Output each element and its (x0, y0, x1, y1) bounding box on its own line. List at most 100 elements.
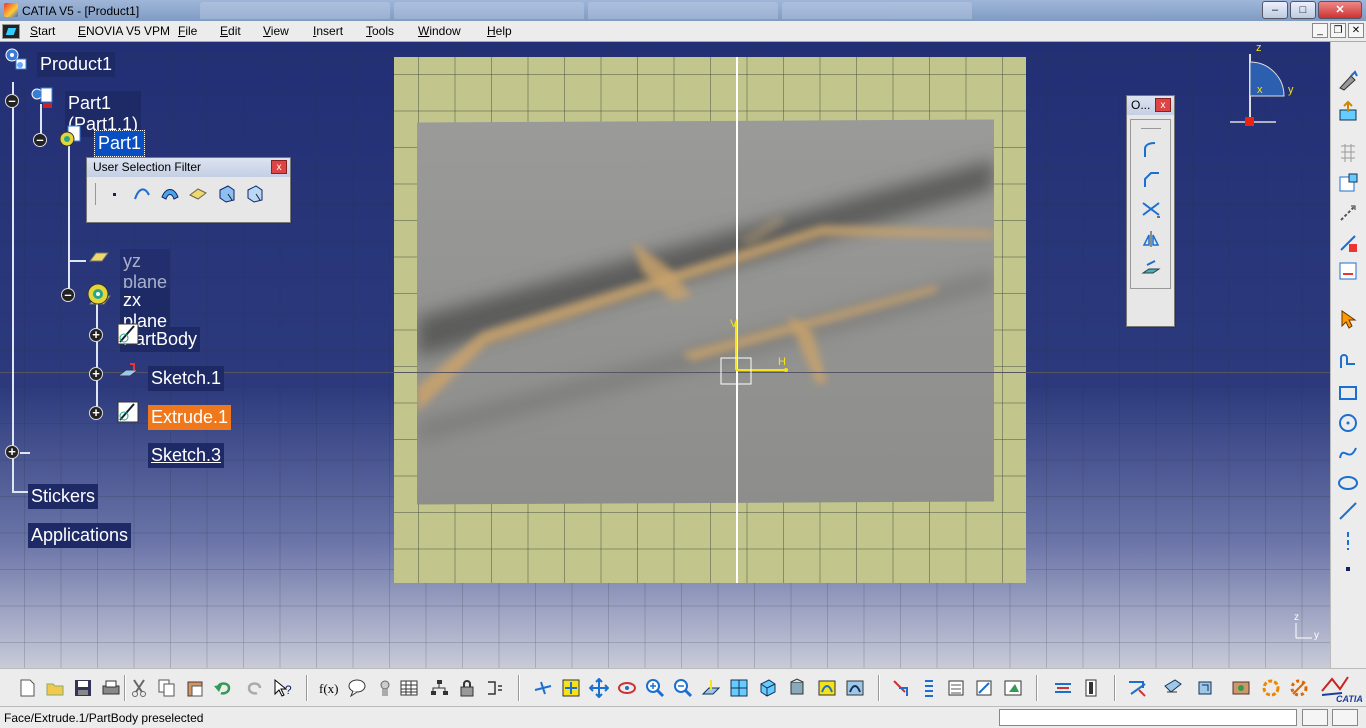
grid-icon[interactable] (1337, 142, 1359, 164)
corner-icon[interactable] (1140, 138, 1162, 160)
open-icon[interactable] (44, 677, 66, 699)
tools-palette-icon[interactable] (1288, 677, 1310, 699)
doc-minimize-button[interactable]: _ (1312, 23, 1328, 38)
iso-view-icon[interactable] (756, 677, 778, 699)
selection-filter-close-icon[interactable]: x (271, 160, 287, 174)
formula-icon[interactable]: f(x) (318, 677, 340, 699)
new-icon[interactable] (16, 677, 38, 699)
comment-icon[interactable] (346, 677, 368, 699)
collapse-partbody-icon[interactable]: – (61, 288, 75, 302)
curve-filter-icon[interactable] (131, 183, 153, 205)
expand-extrude1-icon[interactable]: + (89, 367, 103, 381)
profile-icon[interactable] (1337, 350, 1359, 372)
selection-filter-titlebar[interactable]: User Selection Filter x (87, 158, 290, 177)
print-icon[interactable] (100, 677, 122, 699)
geometry-viewport[interactable]: V H z x y z y Product1 – Part1 (Part1.1)… (0, 42, 1330, 668)
redo-icon[interactable] (244, 677, 266, 699)
tree-sketch1[interactable]: Sketch.1 (148, 366, 225, 391)
power-input-button-1[interactable] (1302, 709, 1328, 726)
menu-enovia[interactable]: ENOVIA V5 VPM (78, 24, 170, 38)
inertia-icon[interactable] (1194, 677, 1216, 699)
sketcher-icon[interactable] (1337, 70, 1359, 92)
maximize-button[interactable]: □ (1290, 1, 1316, 19)
material-icon[interactable] (1230, 677, 1252, 699)
menu-view[interactable]: View (263, 24, 289, 38)
menu-help[interactable]: Help (487, 24, 512, 38)
tree-extrude1[interactable]: Extrude.1 (148, 405, 232, 430)
doc-close-button[interactable]: ✕ (1348, 23, 1364, 38)
close-button[interactable]: ✕ (1318, 1, 1362, 19)
axis-icon[interactable] (1337, 530, 1359, 552)
start-menu-icon[interactable] (2, 24, 20, 39)
trim-icon[interactable] (1140, 198, 1162, 220)
construction-element-icon[interactable] (1337, 202, 1359, 224)
sketch-display-icon[interactable] (1002, 677, 1024, 699)
constraint-icon[interactable] (1080, 677, 1102, 699)
spline-icon[interactable] (1337, 442, 1359, 464)
shading-icon[interactable] (786, 677, 808, 699)
point-filter-icon[interactable] (103, 183, 125, 205)
multi-view-icon[interactable] (728, 677, 750, 699)
hierarchy-icon[interactable] (428, 677, 450, 699)
tree-sketch3[interactable]: Sketch.3 (148, 443, 225, 468)
menu-edit[interactable]: Edit (220, 24, 241, 38)
line-icon[interactable] (1337, 500, 1359, 522)
apply-material-icon[interactable] (1260, 677, 1282, 699)
geometry-filter-icon[interactable] (243, 183, 265, 205)
circle-icon[interactable] (1337, 412, 1359, 434)
expand-sketch3-icon[interactable]: + (89, 406, 103, 420)
normal-view-icon[interactable] (700, 677, 722, 699)
operation-toolbar-titlebar[interactable]: O... x (1127, 96, 1174, 115)
geometric-constraints-icon[interactable] (1337, 232, 1359, 254)
sketch-constraints-icon[interactable] (974, 677, 996, 699)
menu-start[interactable]: Start (30, 24, 55, 38)
power-input-button-2[interactable] (1332, 709, 1358, 726)
expand-sketch1-icon[interactable]: + (89, 328, 103, 342)
menu-insert[interactable]: Insert (313, 24, 343, 38)
table-icon[interactable] (398, 677, 420, 699)
rotate-icon[interactable] (616, 677, 638, 699)
undo-icon[interactable] (212, 677, 234, 699)
zoom-in-icon[interactable] (644, 677, 666, 699)
equal-distance-icon[interactable] (1052, 677, 1074, 699)
ellipse-icon[interactable] (1337, 472, 1359, 494)
project-3d-elements-icon[interactable] (1140, 258, 1162, 280)
expand-stickers-icon[interactable]: + (5, 445, 19, 459)
whats-this-icon[interactable]: ? (272, 677, 294, 699)
power-input-field[interactable] (999, 709, 1297, 726)
chamfer-icon[interactable] (1140, 168, 1162, 190)
volume-filter-icon[interactable] (187, 183, 209, 205)
compass[interactable] (1228, 44, 1308, 130)
lock-icon[interactable] (456, 677, 478, 699)
operation-toolbar[interactable]: O... x (1126, 95, 1175, 327)
snap-to-point-icon[interactable] (1337, 172, 1359, 194)
collapse-part-instance-icon[interactable]: – (5, 94, 19, 108)
knowledge-icon[interactable] (374, 677, 396, 699)
exit-workbench-icon[interactable] (1337, 100, 1359, 122)
menu-window[interactable]: Window (418, 24, 461, 38)
menu-tools[interactable]: Tools (366, 24, 394, 38)
tree-product1[interactable]: Product1 (37, 52, 116, 77)
doc-restore-button[interactable]: ❐ (1330, 23, 1346, 38)
reference-icon[interactable] (1126, 677, 1148, 699)
tree-stickers[interactable]: Stickers (28, 484, 99, 509)
tree-applications[interactable]: Applications (28, 523, 132, 548)
sketch-analysis-icon[interactable] (946, 677, 968, 699)
mirror-icon[interactable] (1140, 228, 1162, 250)
rectangle-icon[interactable] (1337, 382, 1359, 404)
operation-toolbar-close-icon[interactable]: x (1155, 98, 1171, 112)
fly-mode-icon[interactable] (532, 677, 554, 699)
collapse-part-icon[interactable]: – (33, 133, 47, 147)
zoom-out-icon[interactable] (672, 677, 694, 699)
cut-part-by-sketch-plane-icon[interactable] (890, 677, 912, 699)
hide-show-icon[interactable] (816, 677, 838, 699)
paste-icon[interactable] (184, 677, 206, 699)
dimensional-constraints-icon[interactable] (1337, 260, 1359, 282)
save-icon[interactable] (72, 677, 94, 699)
fit-all-in-icon[interactable] (560, 677, 582, 699)
point-icon[interactable] (1337, 558, 1359, 580)
deactivate-icon[interactable] (484, 677, 506, 699)
user-selection-filter-toolbar[interactable]: User Selection Filter x (86, 157, 291, 223)
measure-icon[interactable] (1162, 677, 1184, 699)
surface-filter-icon[interactable] (159, 183, 181, 205)
